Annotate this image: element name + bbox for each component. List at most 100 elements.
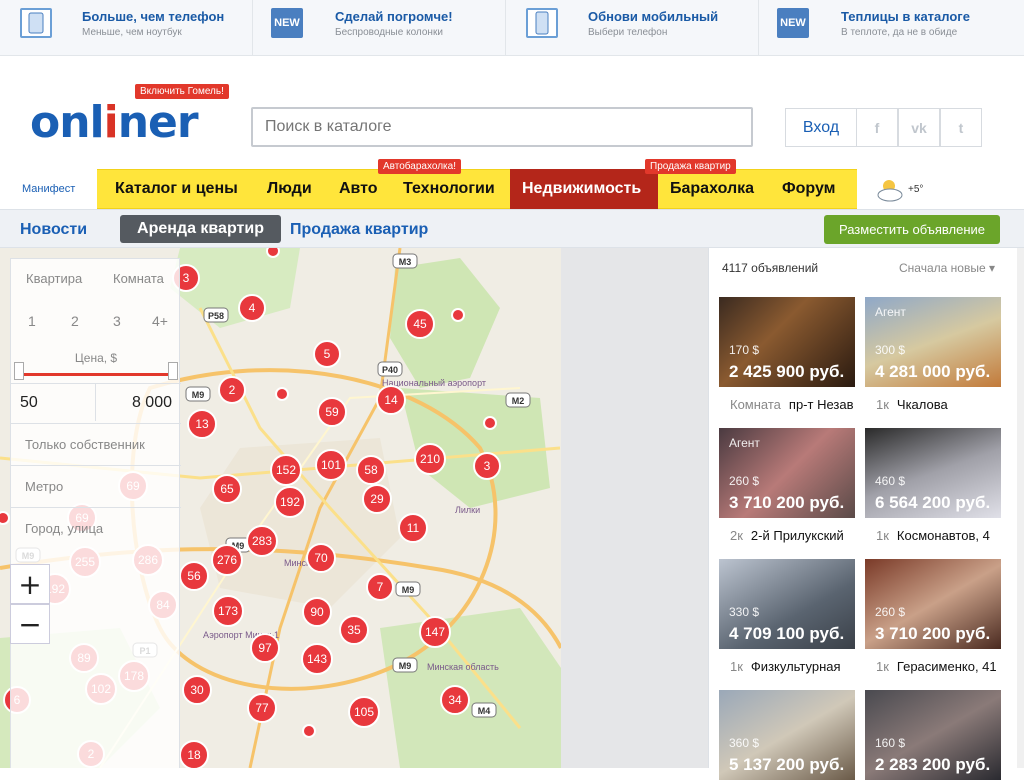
filter-type-apartment[interactable]: Квартира	[26, 271, 82, 286]
cluster-marker[interactable]: 276	[211, 544, 243, 576]
cluster-marker[interactable]: 56	[179, 561, 209, 591]
cluster-marker[interactable]: 77	[247, 693, 277, 723]
cluster-marker[interactable]: 90	[302, 597, 332, 627]
cluster-marker[interactable]: 210	[414, 443, 446, 475]
region-badge[interactable]: Включить Гомель!	[135, 84, 229, 99]
filter-type-room[interactable]: Комната	[113, 271, 164, 286]
single-marker[interactable]	[302, 724, 316, 738]
post-ad-button[interactable]: Разместить объявление	[824, 215, 1000, 244]
facebook-icon[interactable]: f	[856, 108, 898, 147]
catalog-search-input[interactable]	[251, 107, 753, 147]
cluster-marker[interactable]: 34	[440, 685, 470, 715]
promo-title[interactable]: Сделай погромче!	[335, 9, 453, 24]
filter-rooms-1[interactable]: 1	[28, 313, 36, 329]
nav-item-people[interactable]: Люди	[267, 180, 312, 198]
map-view[interactable]: М3Р58Р40М2М9М9М9М9М9Р1М4 МинскАэропорт М…	[0, 248, 561, 768]
filter-rooms-4plus[interactable]: 4+	[152, 313, 168, 329]
listing-caption[interactable]: Комната пр-т Незав	[730, 397, 870, 412]
filter-rooms-2[interactable]: 2	[71, 313, 79, 329]
cluster-marker[interactable]: 14	[376, 385, 406, 415]
single-marker[interactable]	[451, 308, 465, 322]
price-max-handle[interactable]	[168, 362, 178, 380]
tab-rent[interactable]: Аренда квартир	[120, 215, 281, 243]
cluster-marker[interactable]: 18	[179, 740, 209, 768]
promo-item-phone[interactable]: Обнови мобильный Выбери телефон	[506, 0, 759, 55]
promo-title[interactable]: Больше, чем телефон	[82, 9, 224, 24]
auto-promo-tag[interactable]: Автобарахолка!	[378, 159, 461, 174]
cluster-marker[interactable]: 30	[182, 675, 212, 705]
listing-card[interactable]: 260 $ 3 710 200 руб.	[865, 559, 1001, 649]
listing-caption[interactable]: 1к Физкультурная	[730, 659, 870, 674]
single-marker[interactable]	[275, 387, 289, 401]
cluster-marker[interactable]: 147	[419, 616, 451, 648]
cluster-marker[interactable]: 105	[348, 696, 380, 728]
tab-sale[interactable]: Продажа квартир	[290, 221, 428, 239]
cluster-marker[interactable]: 283	[246, 525, 278, 557]
price-max-input[interactable]: 8 000	[96, 383, 181, 421]
cluster-marker[interactable]: 59	[317, 397, 347, 427]
metro-select[interactable]: Метро	[11, 465, 181, 507]
cluster-marker[interactable]: 2	[218, 376, 246, 404]
nav-item-realty[interactable]: Недвижимость	[510, 169, 658, 209]
promo-title[interactable]: Теплицы в каталоге	[841, 9, 970, 24]
single-marker[interactable]	[266, 248, 280, 258]
price-slider[interactable]	[17, 373, 175, 376]
filter-rooms-3[interactable]: 3	[113, 313, 121, 329]
cluster-marker[interactable]: 173	[212, 595, 244, 627]
scrollbar[interactable]	[1017, 248, 1024, 768]
listing-card[interactable]: 160 $ 2 283 200 руб.	[865, 690, 1001, 780]
login-button[interactable]: Вход	[785, 108, 857, 147]
cluster-marker[interactable]: 29	[362, 484, 392, 514]
listing-caption[interactable]: 2к 2-й Прилукский	[730, 528, 870, 543]
listing-card[interactable]: 170 $ 2 425 900 руб.	[719, 297, 855, 387]
onliner-logo[interactable]: onliner	[30, 97, 199, 148]
zoom-out-button[interactable]: −	[10, 604, 50, 644]
single-marker[interactable]	[483, 416, 497, 430]
listing-caption[interactable]: 1к Герасименко, 41	[876, 659, 1016, 674]
cluster-marker[interactable]: 70	[306, 543, 336, 573]
nav-item-catalog[interactable]: Каталог и цены	[115, 180, 238, 198]
listing-card[interactable]: 460 $ 6 564 200 руб.	[865, 428, 1001, 518]
single-marker[interactable]	[0, 511, 10, 525]
listing-caption[interactable]: 1к Космонавтов, 4	[876, 528, 1016, 543]
zoom-in-button[interactable]: +	[10, 564, 50, 604]
nav-item-tech[interactable]: Технологии	[403, 180, 495, 198]
nav-item-forum[interactable]: Форум	[782, 180, 836, 198]
promo-item-tablet[interactable]: Больше, чем телефон Меньше, чем ноутбук	[0, 0, 253, 55]
sort-dropdown[interactable]: Сначала новые ▾	[899, 261, 995, 275]
promo-item-speakers[interactable]: NEW Сделай погромче! Беспроводные колонк…	[253, 0, 506, 55]
cluster-marker[interactable]: 5	[313, 340, 341, 368]
price-min-handle[interactable]	[14, 362, 24, 380]
nav-item-baraholka[interactable]: Барахолка	[670, 180, 754, 198]
realty-promo-tag[interactable]: Продажа квартир	[645, 159, 736, 174]
cluster-marker[interactable]: 7	[366, 573, 394, 601]
cluster-marker[interactable]: 143	[301, 643, 333, 675]
cluster-marker[interactable]: 45	[405, 309, 435, 339]
listing-card[interactable]: Агент 260 $ 3 710 200 руб.	[719, 428, 855, 518]
cluster-marker[interactable]: 35	[339, 615, 369, 645]
city-street-input[interactable]: Город, улица	[11, 507, 181, 549]
listing-card[interactable]: 330 $ 4 709 100 руб.	[719, 559, 855, 649]
cluster-marker[interactable]: 3	[473, 452, 501, 480]
cluster-marker[interactable]: 65	[212, 474, 242, 504]
cluster-marker[interactable]: 13	[187, 409, 217, 439]
promo-title[interactable]: Обнови мобильный	[588, 9, 718, 24]
nav-item-auto[interactable]: Авто	[339, 180, 378, 198]
listing-caption[interactable]: 1к Чкалова	[876, 397, 1016, 412]
vk-icon[interactable]: vk	[898, 108, 940, 147]
price-min-input[interactable]: 50	[11, 383, 96, 421]
listing-card[interactable]: Агент 300 $ 4 281 000 руб.	[865, 297, 1001, 387]
listing-card[interactable]: 360 $ 5 137 200 руб.	[719, 690, 855, 780]
cluster-marker[interactable]: 11	[398, 513, 428, 543]
promo-item-greenhouses[interactable]: NEW Теплицы в каталоге В теплоте, да не …	[759, 0, 1024, 55]
owner-only-toggle[interactable]: Только собственник	[11, 423, 181, 465]
cluster-marker[interactable]: 152	[270, 454, 302, 486]
twitter-icon[interactable]: t	[940, 108, 982, 147]
cluster-marker[interactable]: 101	[315, 449, 347, 481]
cluster-marker[interactable]: 58	[356, 455, 386, 485]
cluster-marker[interactable]: 97	[250, 633, 280, 663]
tab-news[interactable]: Новости	[20, 221, 87, 239]
nav-manifest-link[interactable]: Манифест	[22, 183, 75, 195]
cluster-marker[interactable]: 192	[274, 486, 306, 518]
cluster-marker[interactable]: 4	[238, 294, 266, 322]
